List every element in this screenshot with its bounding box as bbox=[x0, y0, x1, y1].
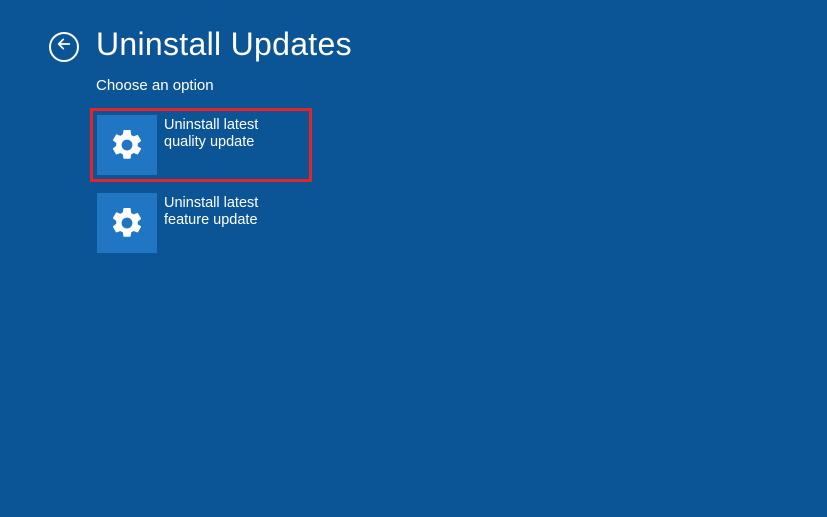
options-list: Uninstall latest quality update Uninstal… bbox=[90, 108, 312, 260]
back-button[interactable] bbox=[49, 32, 79, 62]
page-subtitle: Choose an option bbox=[96, 77, 214, 94]
gear-icon bbox=[97, 115, 157, 175]
option-uninstall-quality-update[interactable]: Uninstall latest quality update bbox=[90, 108, 312, 182]
option-uninstall-feature-update[interactable]: Uninstall latest feature update bbox=[90, 186, 312, 260]
page-title: Uninstall Updates bbox=[96, 26, 352, 63]
gear-icon bbox=[97, 193, 157, 253]
arrow-left-icon bbox=[56, 36, 72, 57]
option-label: Uninstall latest feature update bbox=[164, 195, 299, 228]
option-label: Uninstall latest quality update bbox=[164, 117, 299, 150]
